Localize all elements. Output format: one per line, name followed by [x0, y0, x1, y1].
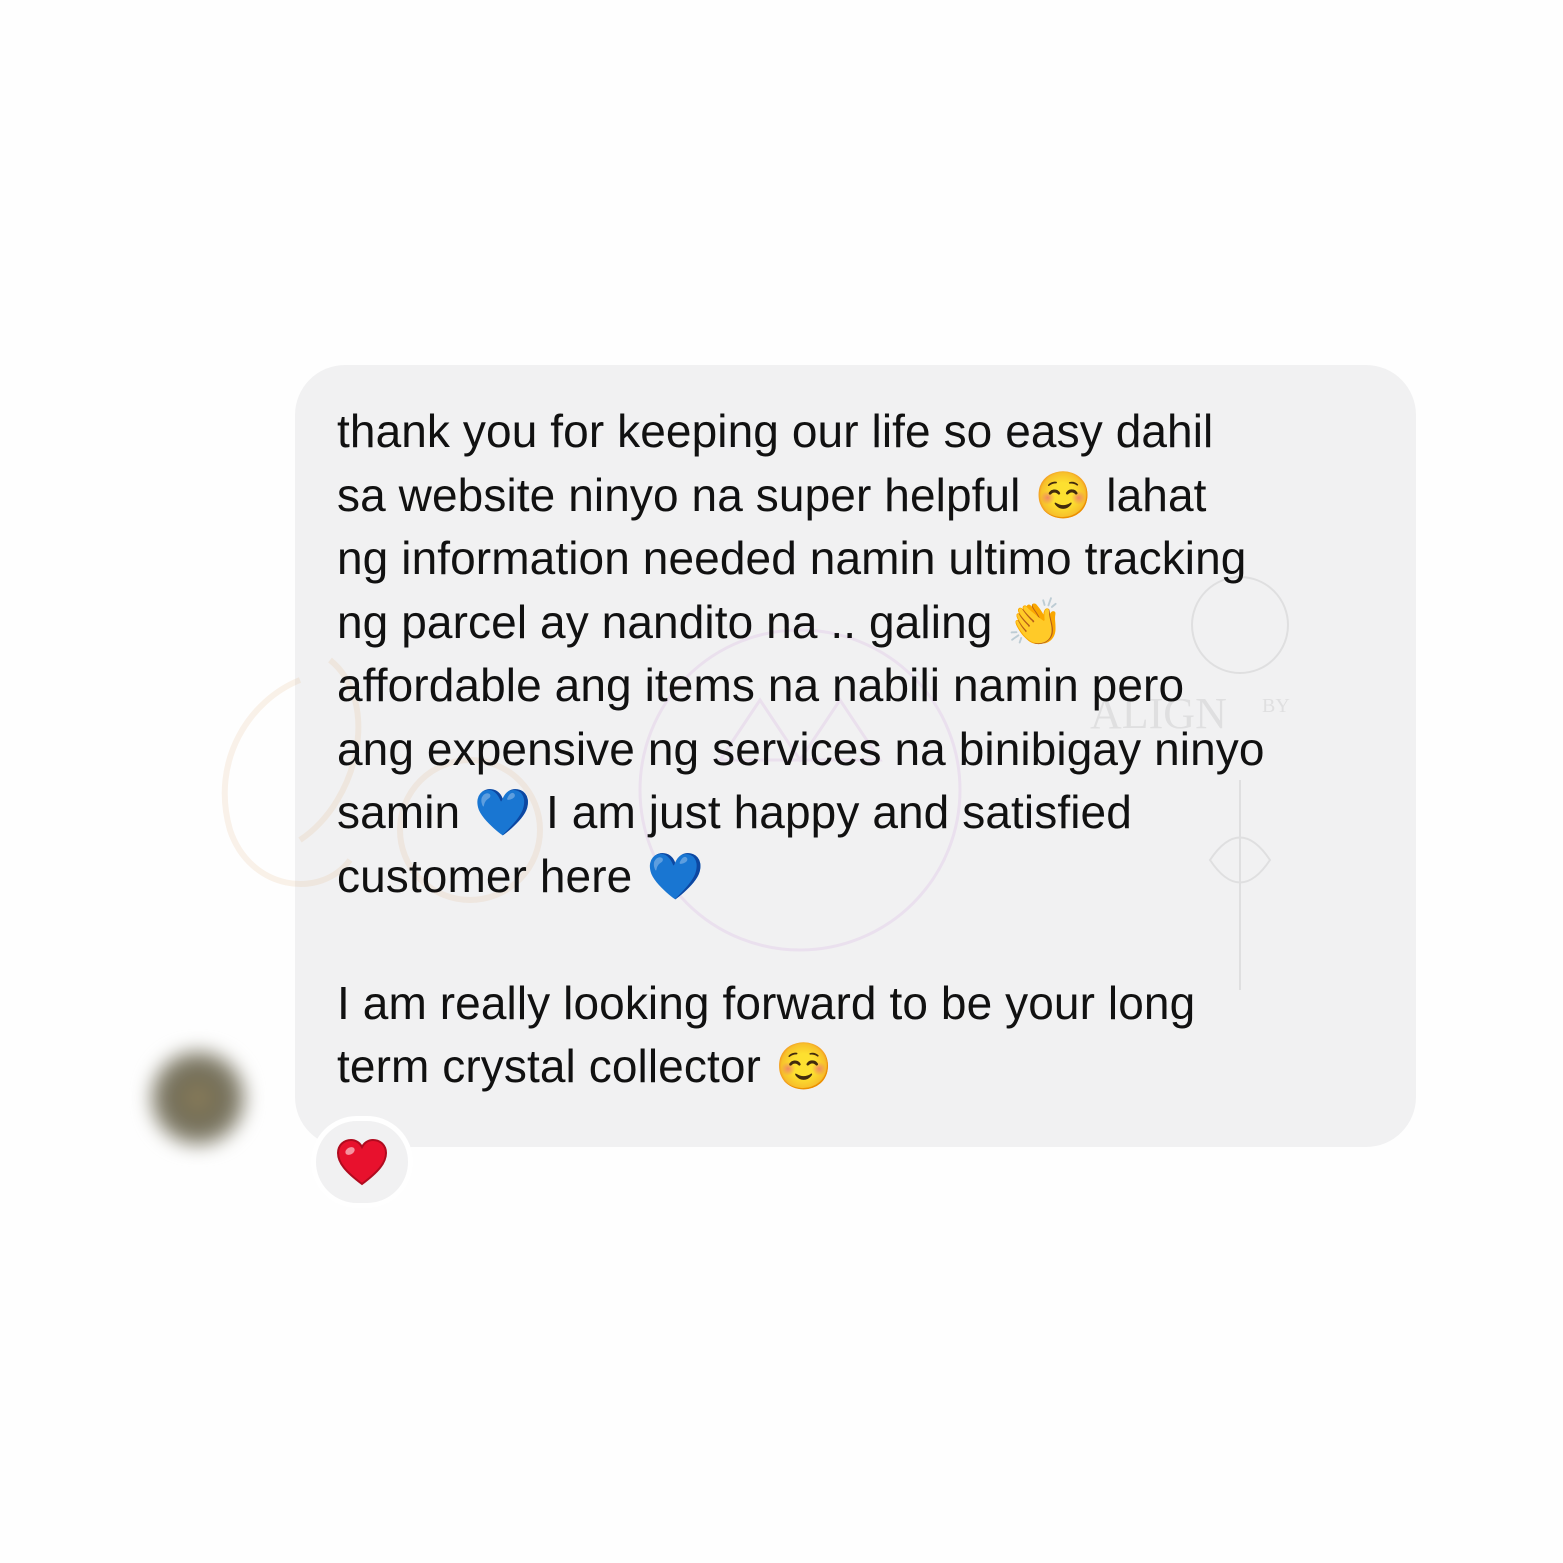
blue-heart-icon: 💙 — [474, 785, 532, 839]
message-line: ng parcel ay nandito na .. galing 👏 — [337, 591, 1397, 655]
smiling-face-icon: ☺️ — [775, 1039, 833, 1093]
chat-screen: ALIGN BY thank you for keeping our life … — [0, 0, 1563, 1563]
red-heart-icon — [336, 1138, 388, 1186]
message-line: I am really looking forward to be your l… — [337, 976, 1196, 1029]
message-line: samin 💙 I am just happy and satisfied — [337, 781, 1397, 845]
message-line: ng information needed namin ultimo track… — [337, 532, 1247, 584]
message-line: sa website ninyo na super helpful ☺️ lah… — [337, 464, 1397, 528]
message-line: term crystal collector ☺️ — [337, 1035, 1397, 1099]
reaction-badge[interactable]: ❤️ — [311, 1116, 413, 1208]
sender-avatar[interactable] — [150, 1050, 246, 1146]
clapping-hands-icon: 👏 — [1006, 594, 1065, 649]
smiling-face-icon: ☺️ — [1034, 467, 1093, 522]
message-line: ang expensive ng services na binibigay n… — [337, 722, 1265, 775]
message-line: thank you for keeping our life so easy d… — [337, 405, 1214, 457]
message-line: customer here 💙 — [337, 845, 1397, 909]
blue-heart-icon: 💙 — [646, 848, 704, 903]
message-line: affordable ang items na nabili namin per… — [337, 659, 1185, 711]
message-text: thank you for keeping our life so easy d… — [337, 400, 1397, 1099]
